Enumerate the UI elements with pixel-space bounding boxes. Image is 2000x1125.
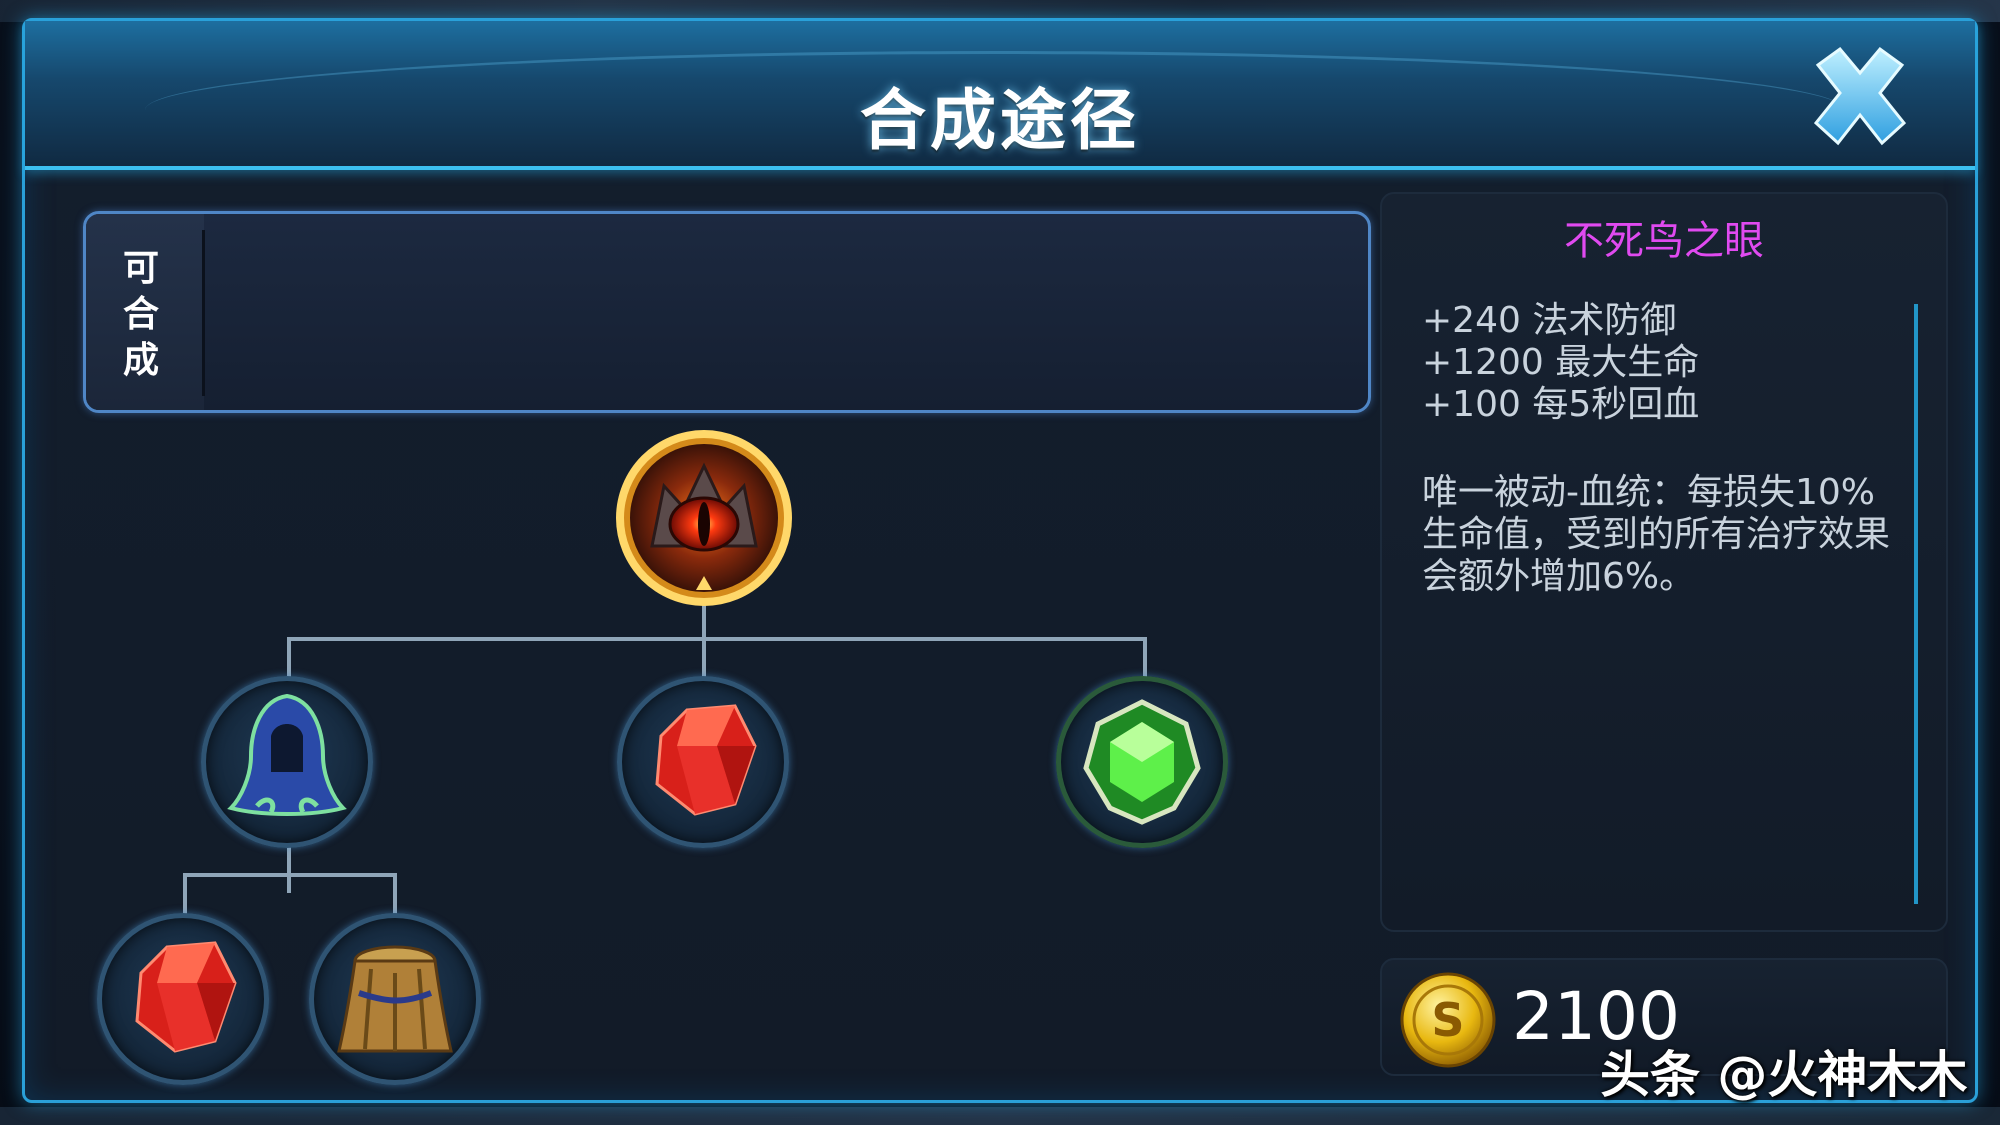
close-button[interactable] xyxy=(1800,43,1920,153)
dialog-title: 合成途径 xyxy=(860,82,1140,159)
close-icon xyxy=(1813,46,1907,146)
gold-coin-icon: S xyxy=(1400,972,1496,1068)
item-component-cloak[interactable] xyxy=(201,676,373,848)
stat-line: +1200 最大生命 xyxy=(1422,342,1700,383)
item-component-red-crystal[interactable] xyxy=(617,676,789,848)
cloak-icon xyxy=(227,693,347,816)
item-passive: 唯一被动-血统：每损失10% 生命值，受到的所有治疗效果 会额外增加6%。 xyxy=(1422,472,1912,598)
item-name: 不死鸟之眼 xyxy=(1564,218,1764,264)
item-stats: +240 法术防御 +1200 最大生命 +100 每5秒回血 xyxy=(1422,300,1699,426)
passive-line: 会额外增加6%。 xyxy=(1422,556,1696,597)
green-gem-icon xyxy=(1083,699,1201,825)
info-scrollbar[interactable] xyxy=(1914,304,1918,904)
dialog-header: 合成途径 xyxy=(25,21,1975,170)
game-screen: 合成途径 可合成 不死鸟之眼 +240 法术防御 +1200 最大生命 +100… xyxy=(0,0,2000,1125)
tree-connector xyxy=(287,841,291,893)
passive-line: 唯一被动-血统：每损失10% xyxy=(1422,472,1876,513)
leather-armor-icon xyxy=(337,945,453,1053)
watermark: 头条 @火神木木 xyxy=(1600,1046,1968,1104)
svg-text:S: S xyxy=(1431,993,1464,1047)
divider xyxy=(202,230,205,396)
item-subcomponent-red-crystal[interactable] xyxy=(97,913,269,1085)
item-info-panel: 不死鸟之眼 +240 法术防御 +1200 最大生命 +100 每5秒回血 唯一… xyxy=(1380,192,1948,932)
phoenix-eye-icon xyxy=(616,430,792,606)
stat-line: +100 每5秒回血 xyxy=(1422,384,1700,425)
tree-connector xyxy=(183,873,397,877)
item-component-green-gem[interactable] xyxy=(1056,676,1228,848)
craftable-label: 可合成 xyxy=(122,248,159,381)
red-crystal-icon xyxy=(655,704,757,816)
craftable-label-box: 可合成 xyxy=(86,214,204,410)
red-crystal-icon xyxy=(135,941,237,1053)
craftable-panel: 可合成 xyxy=(83,211,1371,413)
passive-line: 生命值，受到的所有治疗效果 xyxy=(1422,514,1891,555)
item-root[interactable] xyxy=(612,426,796,610)
item-subcomponent-leather-armor[interactable] xyxy=(309,913,481,1085)
background-footer xyxy=(0,1107,2000,1125)
tree-connector xyxy=(287,637,1147,641)
stat-line: +240 法术防御 xyxy=(1422,300,1677,341)
